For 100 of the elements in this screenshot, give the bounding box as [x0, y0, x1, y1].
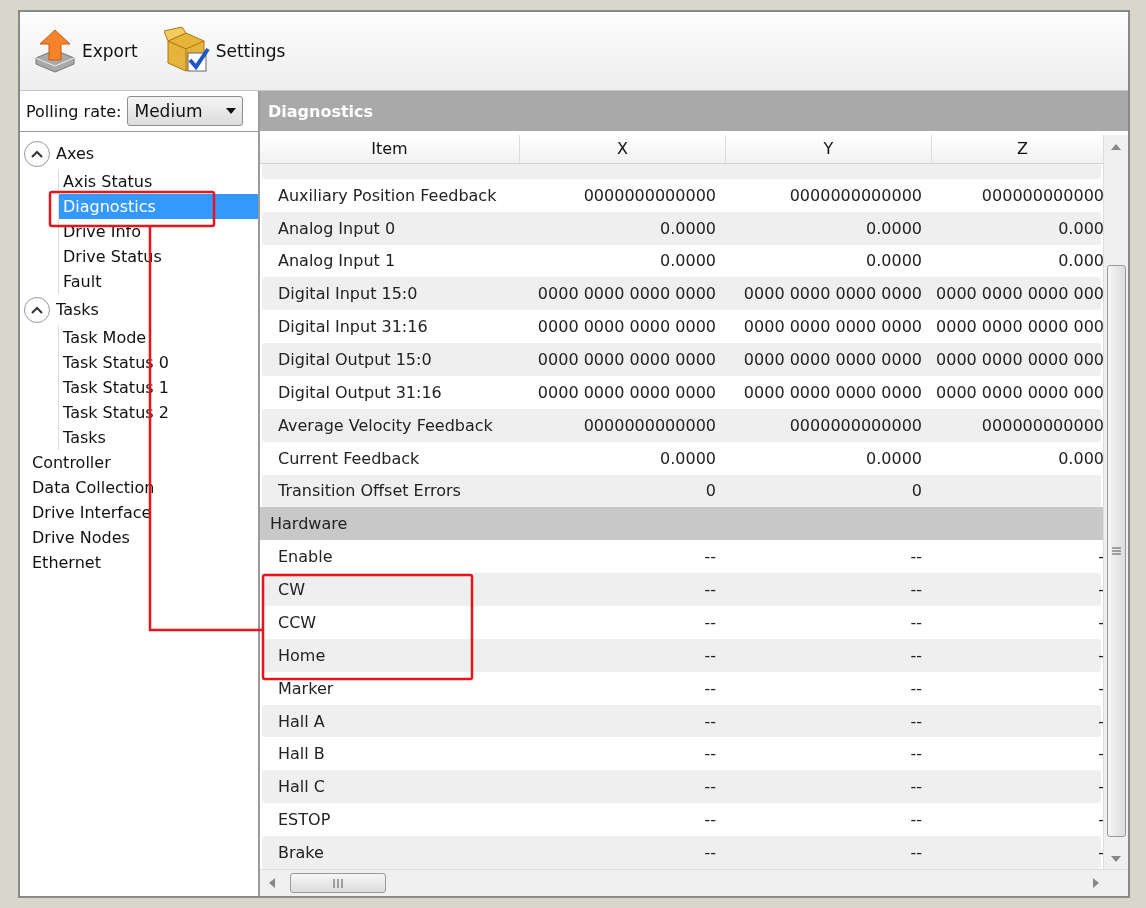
- table-cell-text: Hall B: [277, 743, 326, 766]
- expander-button[interactable]: [24, 296, 50, 323]
- table-cell-text: --: [703, 743, 717, 766]
- table-cell-text: 0: [704, 480, 717, 503]
- table-cell-text: 0.000: [1057, 447, 1104, 470]
- table-cell-text: --: [909, 776, 923, 799]
- table-cell-text: 0.0000: [659, 250, 717, 273]
- table-cell-text: Digital Output 15:0: [277, 349, 433, 372]
- table-cell-text: Average Velocity Feedback: [277, 414, 494, 437]
- table-cell-text: -: [1097, 743, 1104, 766]
- table-cell-text: 0000 0000 0000 000: [935, 349, 1104, 372]
- scroll-left-icon[interactable]: [268, 878, 276, 888]
- table-cell-text: -: [1097, 776, 1104, 799]
- table-cell-text: 0.000: [1057, 250, 1104, 273]
- group-header: Hardware: [260, 507, 1104, 541]
- tree-item[interactable]: Drive Interface: [24, 500, 258, 525]
- tree-item[interactable]: Axes: [56, 144, 95, 163]
- column-header[interactable]: Y: [726, 135, 932, 163]
- table-cell-text: 0.0000: [865, 250, 923, 273]
- dropdown-caret-icon: [226, 108, 237, 114]
- table-cell-text: 000000000000: [980, 184, 1104, 207]
- table-cell-text: --: [703, 841, 717, 864]
- scroll-up-icon[interactable]: [1111, 143, 1122, 151]
- toolbar-button[interactable]: Export: [30, 24, 142, 78]
- table-cell-text: 0000000000000: [788, 184, 923, 207]
- table-cell-text: 0000 0000 0000 0000: [536, 316, 717, 339]
- export-arrow-icon: [34, 28, 76, 74]
- table-cell-text: 0000000000000: [582, 184, 717, 207]
- table-cell-text: 0000 0000 0000 000: [935, 381, 1104, 404]
- table-cell-text: --: [703, 776, 717, 799]
- table-cell-text: --: [909, 579, 923, 602]
- table-cell-text: -: [1097, 644, 1104, 667]
- tree-item[interactable]: Tasks: [56, 300, 99, 319]
- collapse-chevron-icon[interactable]: [31, 149, 43, 158]
- table-cell-text: CCW: [277, 611, 318, 634]
- vertical-scroll-thumb[interactable]: [1107, 265, 1127, 837]
- table-cell-text: 0000 0000 0000 0000: [536, 283, 717, 306]
- table-cell-text: --: [703, 579, 717, 602]
- table-cell-text: --: [909, 841, 923, 864]
- table-cell-text: Current Feedback: [277, 447, 421, 470]
- tree-item[interactable]: Ethernet: [24, 550, 258, 575]
- table-cell-text: 0000 0000 0000 0000: [742, 283, 923, 306]
- table-cell-text: Hall C: [277, 776, 326, 799]
- table-cell-text: --: [909, 677, 923, 700]
- tree-item[interactable]: Task Mode: [59, 325, 258, 350]
- table-cell-text: Home: [277, 644, 327, 667]
- table-cell-text: 0: [910, 480, 923, 503]
- table-cell-text: --: [909, 710, 923, 733]
- toolbar-button[interactable]: Settings: [159, 23, 290, 79]
- table-cell-text: -: [1097, 611, 1104, 634]
- tree-item[interactable]: Drive Nodes: [24, 525, 258, 550]
- table-cell-text: -: [1097, 546, 1104, 569]
- table-cell-text: Auxiliary Position Feedback: [277, 184, 498, 207]
- polling-rate-dropdown[interactable]: Medium: [127, 96, 244, 126]
- table-cell-text: --: [703, 546, 717, 569]
- table-cell-text: Hall A: [277, 710, 326, 733]
- column-header[interactable]: Item: [260, 135, 520, 163]
- table-cell-text: 0000 0000 0000 000: [935, 316, 1104, 339]
- table-cell-text: --: [909, 611, 923, 634]
- expander-button[interactable]: [24, 140, 50, 167]
- table-cell-text: 000000000000: [980, 414, 1104, 437]
- table-cell-text: ESTOP: [277, 809, 332, 832]
- table-cell-text: 0.000: [1057, 217, 1104, 240]
- table-cell-text: 0.0000: [865, 447, 923, 470]
- table-cell-text: 0000 0000 0000 000: [935, 283, 1104, 306]
- table-cell-text: CW: [277, 579, 306, 602]
- table-cell-text: Enable: [277, 546, 334, 569]
- table-cell-text: Digital Input 15:0: [277, 283, 419, 306]
- collapse-chevron-icon[interactable]: [31, 305, 43, 314]
- tree-item[interactable]: Fault: [59, 269, 258, 294]
- table-cell-text: 0000 0000 0000 0000: [536, 349, 717, 372]
- table-cell-text: Digital Input 31:16: [277, 316, 429, 339]
- table-cell-text: --: [703, 677, 717, 700]
- scroll-down-icon[interactable]: [1111, 855, 1122, 863]
- table-cell-text: 0000 0000 0000 0000: [742, 381, 923, 404]
- table-cell-text: 0000 0000 0000 0000: [742, 349, 923, 372]
- table-cell-text: 0.0000: [865, 217, 923, 240]
- table-cell-text: Analog Input 1: [277, 250, 397, 273]
- tree-item[interactable]: Axis Status: [59, 169, 258, 194]
- table-cell-text: Transition Offset Errors: [277, 480, 462, 503]
- table-cell-text: 0000000000000: [788, 414, 923, 437]
- table-cell-text: 0000000000000: [582, 414, 717, 437]
- table-cell-text: --: [909, 809, 923, 832]
- box-checkbox-icon: [163, 27, 210, 75]
- grip-icon: [1112, 547, 1122, 555]
- horizontal-scroll-thumb[interactable]: [290, 873, 386, 893]
- table-cell-text: 0000 0000 0000 0000: [742, 316, 923, 339]
- grip-icon: [333, 878, 343, 888]
- table-cell-text: Analog Input 0: [277, 217, 397, 240]
- table-cell-text: --: [703, 611, 717, 634]
- tree-item[interactable]: Tasks: [59, 425, 258, 450]
- tree-item[interactable]: Controller: [24, 450, 258, 475]
- column-header[interactable]: X: [520, 135, 726, 163]
- table-cell-text: --: [909, 743, 923, 766]
- table-cell-text: Digital Output 31:16: [277, 381, 443, 404]
- table-cell-text: -: [1097, 841, 1104, 864]
- table-cell-text: Brake: [277, 841, 325, 864]
- scroll-right-icon[interactable]: [1092, 878, 1100, 888]
- table-cell-text: --: [703, 710, 717, 733]
- table-cell-text: --: [909, 644, 923, 667]
